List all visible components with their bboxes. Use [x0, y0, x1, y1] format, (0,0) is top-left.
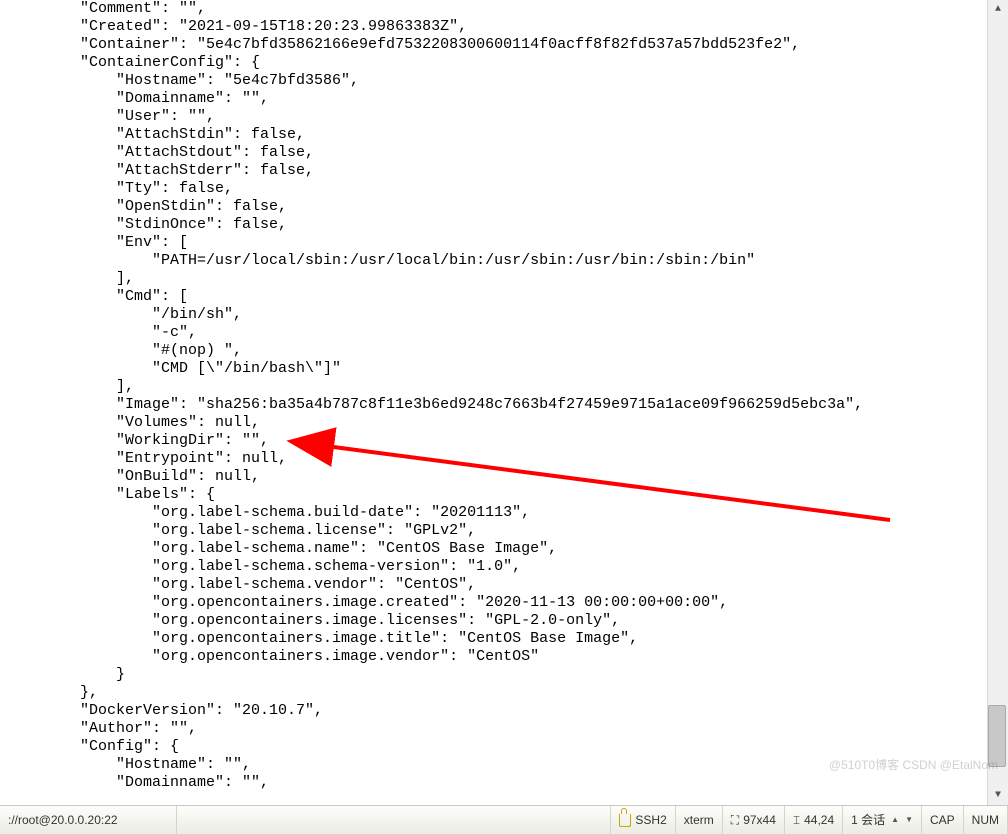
- terminal-line: "Cmd": [: [8, 288, 982, 306]
- terminal-line: "User": "",: [8, 108, 982, 126]
- status-cursor: ⌶ 44,24: [785, 806, 843, 834]
- proto-label: SSH2: [635, 811, 666, 829]
- terminal-line: "org.opencontainers.image.vendor": "Cent…: [8, 648, 982, 666]
- terminal-line: "OnBuild": null,: [8, 468, 982, 486]
- terminal-line: "Labels": {: [8, 486, 982, 504]
- terminal-line: "org.label-schema.schema-version": "1.0"…: [8, 558, 982, 576]
- status-spacer: [177, 806, 611, 834]
- terminal-line: ],: [8, 378, 982, 396]
- size-icon: ⛶: [731, 811, 739, 829]
- terminal-line: "Volumes": null,: [8, 414, 982, 432]
- terminal-line: "/bin/sh",: [8, 306, 982, 324]
- terminal-line: "Domainname": "",: [8, 774, 982, 792]
- size-label: 97x44: [743, 811, 776, 829]
- terminal-line: "Author": "",: [8, 720, 982, 738]
- terminal-output[interactable]: "Comment": "", "Created": "2021-09-15T18…: [0, 0, 982, 806]
- terminal-line: "DockerVersion": "20.10.7",: [8, 702, 982, 720]
- status-caps: CAP: [922, 806, 964, 834]
- terminal-line: "PATH=/usr/local/sbin:/usr/local/bin:/us…: [8, 252, 982, 270]
- status-num: NUM: [964, 806, 1008, 834]
- status-sessions[interactable]: 1 会话 ▲ ▼: [843, 806, 922, 834]
- num-label: NUM: [972, 811, 999, 829]
- terminal-line: "#(nop) ",: [8, 342, 982, 360]
- cursor-label: 44,24: [804, 811, 834, 829]
- term-label: xterm: [684, 811, 714, 829]
- terminal-line: "Created": "2021-09-15T18:20:23.99863383…: [8, 18, 982, 36]
- cursor-icon: ⌶: [793, 811, 800, 829]
- status-host: ://root@20.0.0.20:22: [0, 806, 177, 834]
- terminal-line: },: [8, 684, 982, 702]
- terminal-line: "org.opencontainers.image.title": "CentO…: [8, 630, 982, 648]
- terminal-line: "Entrypoint": null,: [8, 450, 982, 468]
- lock-icon: [619, 814, 631, 827]
- chevron-up-icon: ▲: [889, 811, 899, 829]
- status-size: ⛶ 97x44: [723, 806, 785, 834]
- host-label: ://root@20.0.0.20:22: [8, 811, 118, 829]
- status-bar: ://root@20.0.0.20:22 SSH2 xterm ⛶ 97x44 …: [0, 805, 1008, 834]
- watermark-text: @510T0博客 CSDN @EtalNom: [829, 756, 998, 774]
- terminal-line: "Hostname": "5e4c7bfd3586",: [8, 72, 982, 90]
- terminal-line: "Image": "sha256:ba35a4b787c8f11e3b6ed92…: [8, 396, 982, 414]
- status-proto: SSH2: [611, 806, 675, 834]
- terminal-line: "AttachStdin": false,: [8, 126, 982, 144]
- scroll-up-arrow-icon[interactable]: ▲: [988, 0, 1008, 20]
- terminal-line: "WorkingDir": "",: [8, 432, 982, 450]
- terminal-line: "-c",: [8, 324, 982, 342]
- terminal-line: "AttachStdout": false,: [8, 144, 982, 162]
- terminal-line: "AttachStderr": false,: [8, 162, 982, 180]
- terminal-line: "OpenStdin": false,: [8, 198, 982, 216]
- terminal-line: "org.label-schema.build-date": "20201113…: [8, 504, 982, 522]
- terminal-line: "Comment": "",: [8, 0, 982, 18]
- terminal-line: "Domainname": "",: [8, 90, 982, 108]
- chevron-down-icon: ▼: [903, 811, 913, 829]
- terminal-line: }: [8, 666, 982, 684]
- terminal-line: "org.label-schema.license": "GPLv2",: [8, 522, 982, 540]
- terminal-line: "org.label-schema.vendor": "CentOS",: [8, 576, 982, 594]
- terminal-line: "ContainerConfig": {: [8, 54, 982, 72]
- status-term: xterm: [676, 806, 723, 834]
- terminal-line: ],: [8, 270, 982, 288]
- terminal-line: "Env": [: [8, 234, 982, 252]
- terminal-line: "Config": {: [8, 738, 982, 756]
- terminal-line: "Container": "5e4c7bfd35862166e9efd75322…: [8, 36, 982, 54]
- scroll-down-arrow-icon[interactable]: ▼: [988, 786, 1008, 806]
- terminal-line: "CMD [\"/bin/bash\"]": [8, 360, 982, 378]
- terminal-line: "Tty": false,: [8, 180, 982, 198]
- terminal-line: "org.opencontainers.image.licenses": "GP…: [8, 612, 982, 630]
- terminal-line: "org.opencontainers.image.created": "202…: [8, 594, 982, 612]
- terminal-line: "StdinOnce": false,: [8, 216, 982, 234]
- terminal-panel: "Comment": "", "Created": "2021-09-15T18…: [0, 0, 1008, 806]
- terminal-line: "org.label-schema.name": "CentOS Base Im…: [8, 540, 982, 558]
- caps-label: CAP: [930, 811, 955, 829]
- scrollbar-track[interactable]: ▲ ▼: [987, 0, 1008, 806]
- sessions-label: 1 会话: [851, 811, 885, 829]
